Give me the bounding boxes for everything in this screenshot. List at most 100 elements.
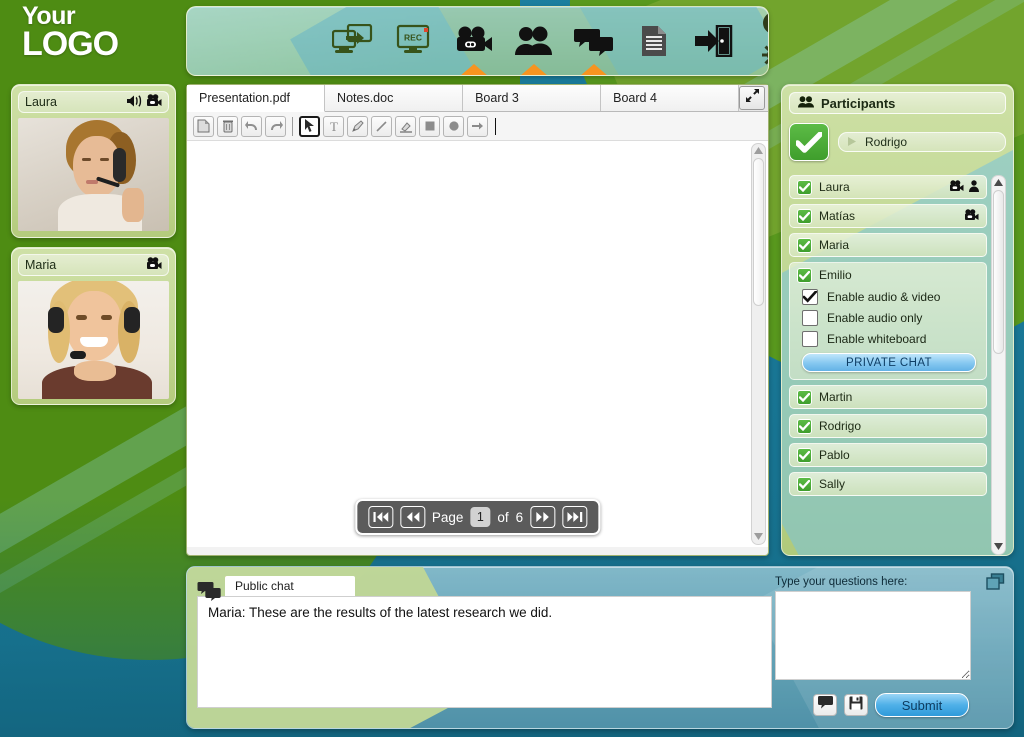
video-feed-maria	[18, 281, 169, 399]
scroll-thumb[interactable]	[753, 158, 764, 306]
participant-checkbox[interactable]	[797, 237, 812, 253]
text-tool[interactable]: T	[323, 115, 344, 137]
participant-row-sally[interactable]: Sally	[789, 472, 987, 496]
chat-message-log[interactable]: Maria: These are the results of the late…	[197, 596, 772, 708]
settings-button[interactable]	[759, 42, 768, 72]
active-speaker-select[interactable]: Rodrigo	[838, 132, 1006, 152]
expand-whiteboard-button[interactable]	[739, 86, 765, 110]
participant-checkbox[interactable]	[797, 389, 812, 405]
scroll-thumb[interactable]	[993, 190, 1004, 354]
chat-bubbles-icon	[197, 581, 221, 606]
tab-presentation-pdf[interactable]: Presentation.pdf	[187, 85, 326, 112]
participant-row-matias[interactable]: Matías	[789, 204, 987, 228]
participant-row-martin[interactable]: Martin	[789, 385, 987, 409]
option-checkbox[interactable]	[802, 331, 818, 347]
scroll-up-arrow[interactable]	[992, 176, 1005, 189]
video-header-icons	[146, 257, 162, 273]
toggle-all-checkbox[interactable]	[789, 123, 829, 161]
help-icon: ?	[762, 11, 768, 40]
tab-notes-doc[interactable]: Notes.doc	[325, 85, 464, 111]
participant-row-laura[interactable]: Laura	[789, 175, 987, 199]
tab-board-4[interactable]: Board 4	[601, 85, 740, 111]
chat-button[interactable]	[567, 15, 621, 75]
chat-active-indicator	[580, 64, 608, 75]
emoticon-button[interactable]	[813, 694, 837, 716]
pen-tool[interactable]	[347, 115, 368, 137]
participants-icon	[798, 95, 814, 111]
whiteboard-scrollbar[interactable]	[751, 143, 766, 545]
restore-window-button[interactable]	[986, 573, 1005, 596]
camera-icon	[964, 208, 979, 224]
participant-checkbox[interactable]	[797, 179, 812, 195]
cursor-tool[interactable]	[299, 115, 320, 137]
record-button[interactable]: REC	[387, 15, 441, 67]
tab-public-chat[interactable]: Public chat	[225, 576, 355, 596]
option-label: Enable audio only	[827, 311, 923, 325]
participants-list: Laura Matías Maria Emilio Enable audio &…	[789, 175, 987, 555]
video-active-indicator	[460, 64, 488, 75]
participants-button[interactable]	[507, 15, 561, 75]
option-enable-audio-video[interactable]: Enable audio & video	[802, 289, 976, 305]
participant-name: Matías	[819, 209, 856, 223]
exit-button[interactable]	[687, 15, 741, 67]
submit-question-button[interactable]: Submit	[875, 693, 969, 717]
scroll-down-arrow[interactable]	[752, 530, 765, 543]
option-label: Enable whiteboard	[827, 332, 927, 346]
camera-icon	[146, 257, 162, 273]
question-input[interactable]	[775, 591, 971, 680]
tab-label: Presentation.pdf	[199, 91, 291, 105]
participants-header: Participants	[789, 92, 1006, 114]
ellipse-tool[interactable]	[443, 115, 464, 137]
main-toolbar: REC	[186, 6, 769, 76]
next-page-button[interactable]	[530, 506, 556, 528]
participant-row-pablo[interactable]: Pablo	[789, 443, 987, 467]
last-page-button[interactable]	[562, 506, 588, 528]
camera-icon	[146, 94, 162, 110]
option-enable-whiteboard[interactable]: Enable whiteboard	[802, 331, 976, 347]
scroll-down-arrow[interactable]	[992, 540, 1005, 553]
help-button[interactable]: ?	[759, 10, 768, 40]
participants-list-area: Laura Matías Maria Emilio Enable audio &…	[789, 175, 1006, 555]
active-speaker-name: Rodrigo	[865, 135, 908, 149]
participant-row-emilio[interactable]: Emilio	[790, 263, 986, 287]
participant-checkbox[interactable]	[797, 476, 812, 492]
participant-row-emilio-expanded: Emilio Enable audio & video Enable audio…	[789, 262, 987, 380]
participant-checkbox[interactable]	[797, 418, 812, 434]
redo-tool[interactable]	[265, 115, 286, 137]
question-area: Type your questions here: Submit	[775, 576, 1003, 717]
save-chat-button[interactable]	[844, 694, 868, 716]
undo-tool[interactable]	[241, 115, 262, 137]
video-panel-maria[interactable]: Maria	[11, 247, 176, 405]
line-tool[interactable]	[371, 115, 392, 137]
new-page-tool[interactable]	[193, 115, 214, 137]
scroll-up-arrow[interactable]	[752, 144, 765, 157]
private-chat-button[interactable]: PRIVATE CHAT	[802, 353, 976, 372]
rectangle-tool[interactable]	[419, 115, 440, 137]
video-panel-laura[interactable]: Laura	[11, 84, 176, 238]
option-checkbox[interactable]	[802, 310, 818, 326]
current-page-value[interactable]: 1	[470, 507, 491, 527]
option-checkbox[interactable]	[802, 289, 818, 305]
participant-name: Emilio	[819, 268, 852, 282]
arrow-tool[interactable]	[467, 115, 488, 137]
previous-page-button[interactable]	[399, 506, 425, 528]
whiteboard-canvas[interactable]	[187, 141, 750, 547]
participant-checkbox[interactable]	[797, 267, 812, 283]
documents-button[interactable]	[627, 15, 681, 67]
tab-label: Public chat	[235, 579, 294, 593]
participant-checkbox[interactable]	[797, 447, 812, 463]
participant-checkbox[interactable]	[797, 208, 812, 224]
public-chat-area: Public chat Emilio Maria: These are the …	[197, 576, 772, 708]
tab-board-3[interactable]: Board 3	[463, 85, 602, 111]
first-page-button[interactable]	[367, 506, 393, 528]
delete-tool[interactable]	[217, 115, 238, 137]
participants-scrollbar[interactable]	[991, 175, 1006, 555]
drawing-toolbar: T	[187, 112, 768, 141]
participant-row-rodrigo[interactable]: Rodrigo	[789, 414, 987, 438]
highlighter-tool[interactable]	[395, 115, 416, 137]
participant-row-maria[interactable]: Maria	[789, 233, 987, 257]
video-button[interactable]	[447, 15, 501, 75]
option-enable-audio-only[interactable]: Enable audio only	[802, 310, 976, 326]
tab-label: Board 3	[475, 91, 519, 105]
share-screen-button[interactable]	[327, 15, 381, 67]
